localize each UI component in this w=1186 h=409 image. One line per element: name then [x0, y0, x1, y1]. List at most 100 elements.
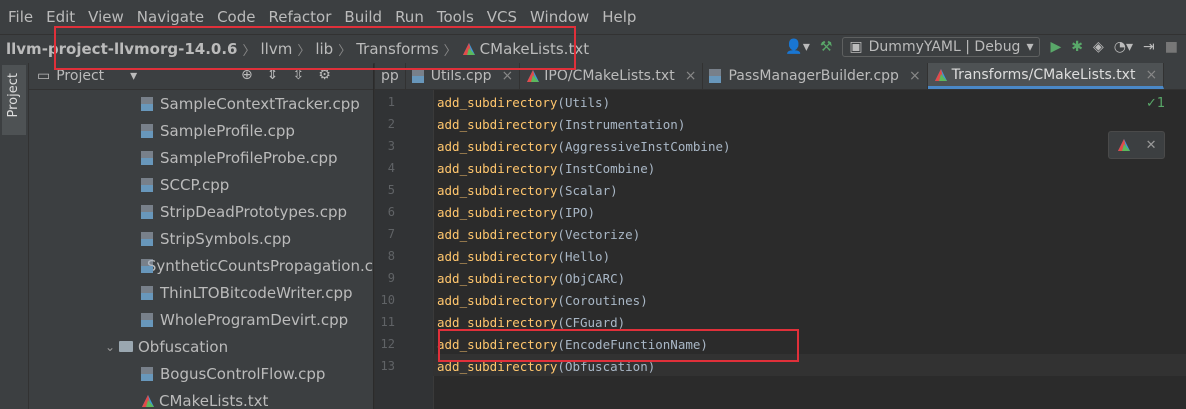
code-line[interactable]: 7 add_subdirectory(Vectorize) [375, 223, 1186, 245]
tree-item-label: SCCP.cpp [160, 175, 230, 194]
menu-refactor[interactable]: Refactor [260, 8, 336, 26]
open-paren: ( [557, 314, 565, 330]
line-number: 11 [380, 315, 395, 329]
open-paren: ( [557, 226, 565, 242]
chevron-down-icon[interactable]: ⌄ [105, 340, 119, 354]
line-number: 2 [387, 117, 395, 131]
menu-window[interactable]: Window [522, 8, 594, 26]
tree-item[interactable]: SyntheticCountsPropagation.c [29, 252, 373, 279]
code-function: add_subdirectory [437, 182, 558, 198]
tree-item[interactable]: ThinLTOBitcodeWriter.cpp [29, 279, 373, 306]
run-configuration-select[interactable]: ▣ DummyYAML | Debug ▾ [842, 37, 1041, 57]
tree-folder[interactable]: ⌄ Obfuscation [29, 333, 373, 360]
open-paren: ( [557, 292, 565, 308]
inspection-badge[interactable]: ✓1 [1146, 96, 1165, 111]
code-argument: Hello [564, 248, 603, 264]
open-paren: ( [557, 204, 565, 220]
close-paren: ) [647, 160, 656, 176]
load-cmake-changes-popup[interactable]: ✕ [1108, 131, 1165, 159]
cpp-file-icon [141, 177, 155, 192]
tree-item-label: StripDeadPrototypes.cpp [160, 202, 347, 221]
close-icon[interactable]: × [502, 68, 514, 84]
tab-label: IPO/CMakeLists.txt [544, 68, 675, 84]
code-argument: InstCombine [564, 160, 648, 176]
close-icon[interactable]: × [909, 68, 921, 84]
project-tool-tab[interactable]: Project [2, 65, 26, 135]
tree-item[interactable]: StripSymbols.cpp [29, 225, 373, 252]
tree-item[interactable]: SampleProfileProbe.cpp [29, 144, 373, 171]
line-number: 10 [380, 293, 395, 307]
menu-vcs[interactable]: VCS [479, 8, 522, 26]
stop-icon[interactable]: ■ [1165, 39, 1178, 55]
line-number: 1 [387, 95, 395, 109]
tree-item[interactable]: CMakeLists.txt [29, 387, 373, 409]
cmake-icon [527, 70, 540, 82]
code-line[interactable]: 2 add_subdirectory(Instrumentation) [375, 113, 1186, 135]
project-tool-tab-label: Project [6, 73, 21, 118]
menu-file[interactable]: File [0, 8, 38, 26]
close-paren: ) [677, 116, 686, 132]
project-panel-title[interactable]: Project [56, 68, 104, 84]
debug-icon[interactable]: ✱ [1071, 39, 1083, 55]
close-paren: ) [632, 226, 641, 242]
code-line[interactable]: 4 add_subdirectory(InstCombine) [375, 157, 1186, 179]
tree-item-label: SampleContextTracker.cpp [160, 94, 360, 113]
cpp-file-icon [141, 204, 155, 219]
tree-item-label: CMakeLists.txt [159, 391, 269, 409]
tree-item[interactable]: SampleContextTracker.cpp [29, 90, 373, 117]
tree-item-label: BogusControlFlow.cpp [160, 364, 326, 383]
user-icon[interactable]: 👤▾ [785, 39, 809, 55]
attach-icon[interactable]: ⇥ [1143, 39, 1155, 55]
cpp-file-icon [709, 69, 723, 83]
code-function: add_subdirectory [437, 226, 558, 242]
cpp-file-icon [141, 96, 155, 111]
run-configuration-label: DummyYAML | Debug [868, 39, 1021, 55]
close-paren: ) [617, 270, 626, 286]
run-icon[interactable]: ▶ [1050, 39, 1061, 55]
cmake-reload-icon[interactable] [1117, 138, 1131, 152]
hammer-icon[interactable]: ⚒ [820, 39, 833, 55]
open-paren: ( [557, 248, 565, 264]
menu-edit[interactable]: Edit [38, 8, 80, 26]
code-line[interactable]: 10 add_subdirectory(Coroutines) [375, 289, 1186, 311]
editor-tab[interactable]: PassManagerBuilder.cpp × [703, 63, 928, 89]
tree-item[interactable]: BogusControlFlow.cpp [29, 360, 373, 387]
cmake-icon [142, 394, 154, 407]
tree-item[interactable]: StripDeadPrototypes.cpp [29, 198, 373, 225]
coverage-icon[interactable]: ◈ [1093, 39, 1104, 55]
menu-build[interactable]: Build [336, 8, 387, 26]
code-argument: Vectorize [564, 226, 633, 242]
tree-item-label: SyntheticCountsPropagation.c [146, 256, 373, 275]
editor-tab[interactable]: Transforms/CMakeLists.txt × [927, 63, 1165, 89]
close-icon[interactable]: × [685, 68, 697, 84]
code-line[interactable]: 9 add_subdirectory(ObjCARC) [375, 267, 1186, 289]
close-paren: ) [587, 204, 596, 220]
menu-help[interactable]: Help [594, 8, 641, 26]
code-line[interactable]: 3 add_subdirectory(AggressiveInstCombine) [375, 135, 1186, 157]
toolbar: 👤▾ ⚒ ▣ DummyYAML | Debug ▾ ▶ ✱ ◈ ◔▾ ⇥ ■ [785, 37, 1178, 57]
close-icon[interactable]: × [1145, 67, 1157, 83]
close-icon[interactable]: ✕ [1146, 138, 1157, 153]
profile-icon[interactable]: ◔▾ [1114, 39, 1133, 55]
tree-item[interactable]: SampleProfile.cpp [29, 117, 373, 144]
open-paren: ( [557, 116, 565, 132]
menu-tools[interactable]: Tools [429, 8, 479, 26]
menu-run[interactable]: Run [387, 8, 429, 26]
code-line[interactable]: 1 add_subdirectory(Utils) [375, 91, 1186, 113]
menu-navigate[interactable]: Navigate [129, 8, 209, 26]
menu-code[interactable]: Code [209, 8, 260, 26]
open-paren: ( [557, 94, 565, 110]
tree-item[interactable]: WholeProgramDevirt.cpp [29, 306, 373, 333]
code-function: add_subdirectory [437, 94, 558, 110]
line-number: 5 [387, 183, 395, 197]
menu-view[interactable]: View [80, 8, 129, 26]
code-line[interactable]: 6 add_subdirectory(IPO) [375, 201, 1186, 223]
chevron-down-icon[interactable]: ▾ [130, 68, 137, 84]
code-argument: AggressiveInstCombine [564, 138, 723, 154]
tree-item[interactable]: SCCP.cpp [29, 171, 373, 198]
code-line[interactable]: 5 add_subdirectory(Scalar) [375, 179, 1186, 201]
line-number: 12 [380, 337, 395, 351]
code-line[interactable]: 8 add_subdirectory(Hello) [375, 245, 1186, 267]
code-function: add_subdirectory [437, 248, 558, 264]
code-argument: Coroutines [564, 292, 641, 308]
